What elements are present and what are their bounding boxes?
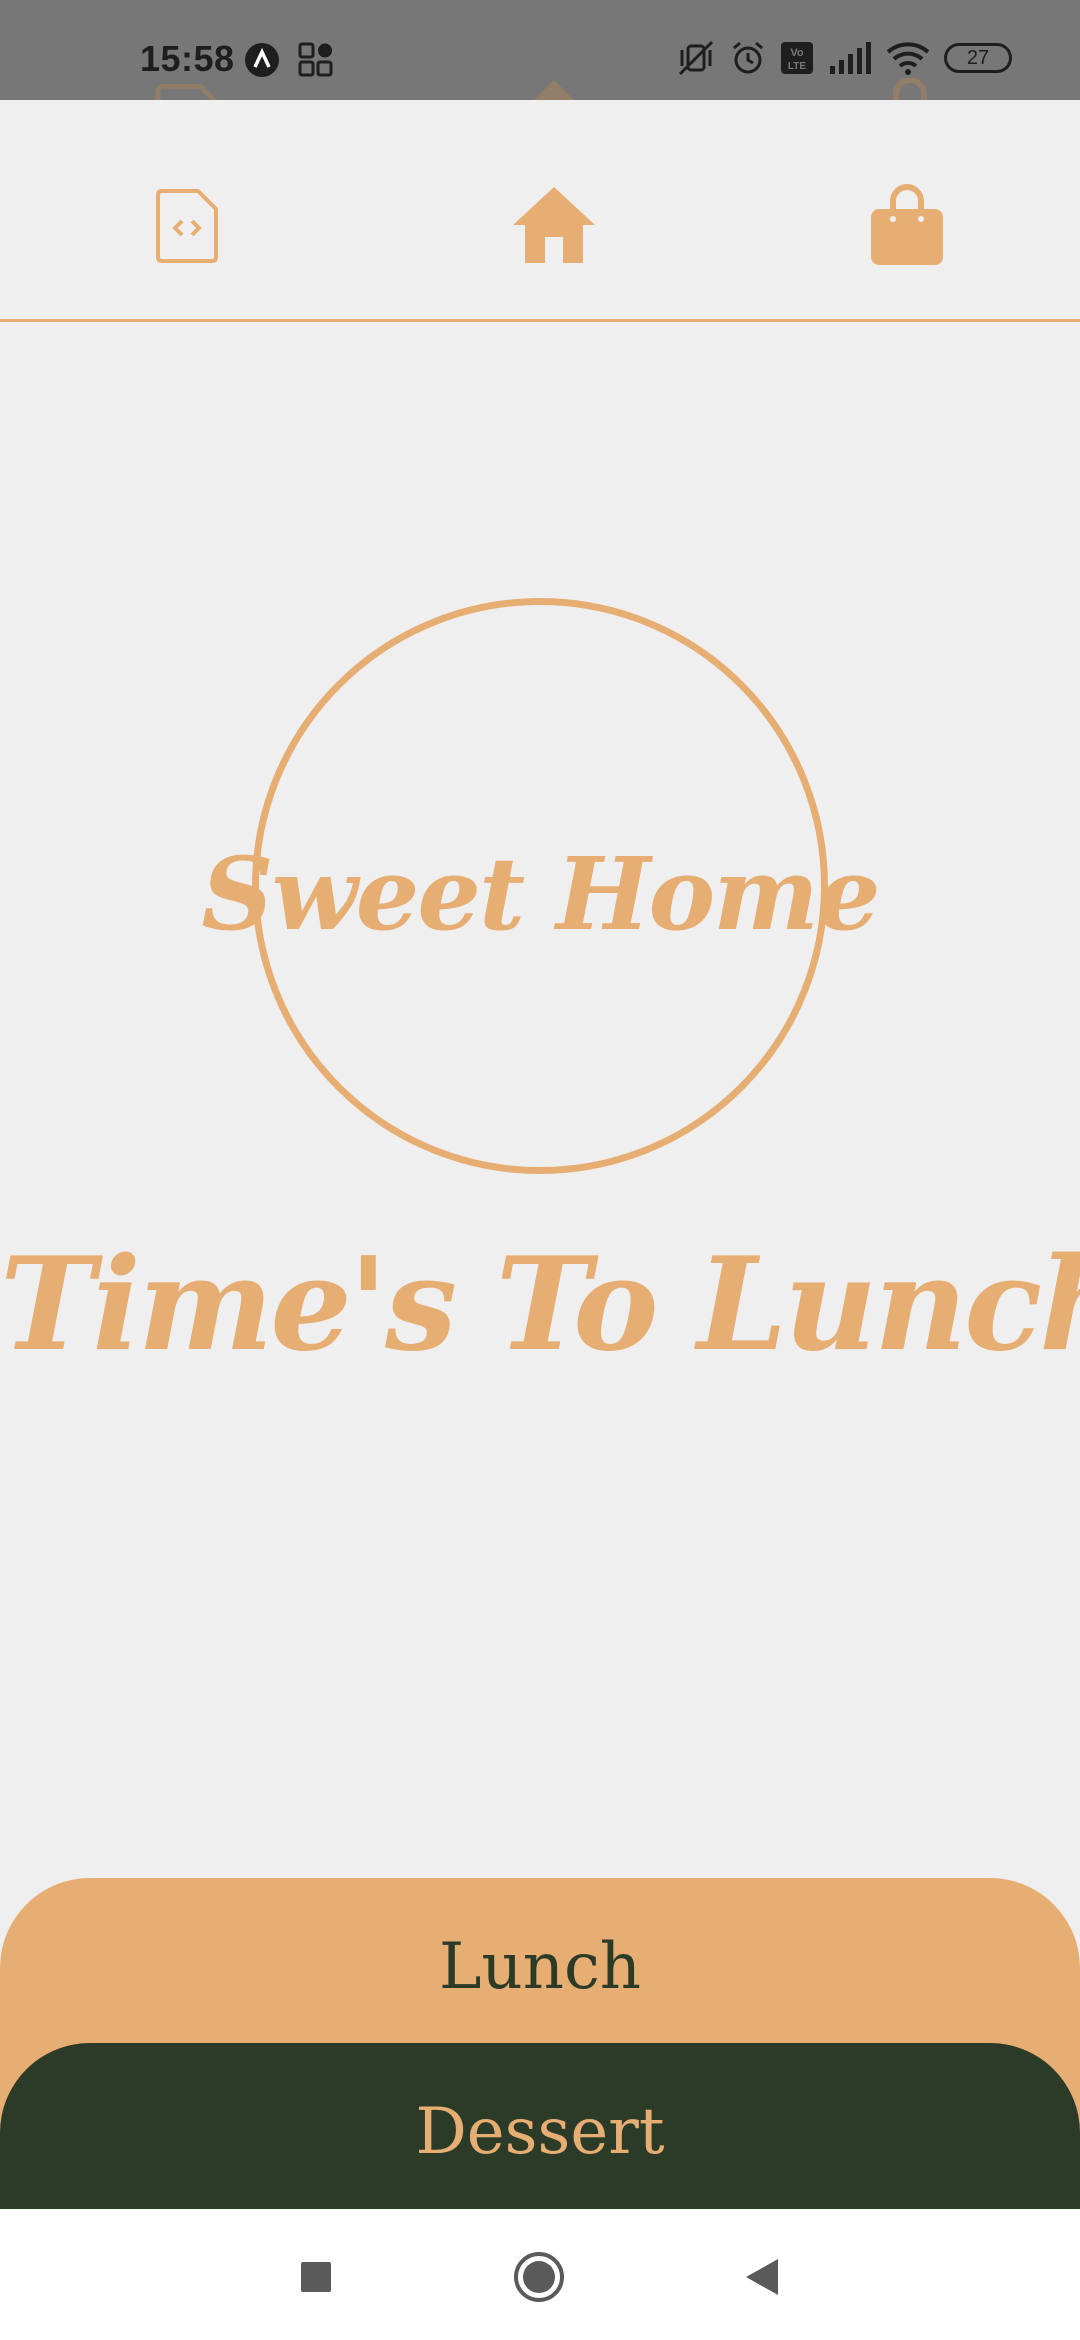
- svg-text:Vo: Vo: [790, 47, 804, 59]
- recents-button[interactable]: [286, 2247, 346, 2307]
- back-button[interactable]: [732, 2247, 792, 2307]
- app-header: [0, 100, 1080, 322]
- code-file-icon: [156, 189, 218, 263]
- dessert-tab-label: Dessert: [415, 2095, 665, 2169]
- app-screen: 15:58 Vo LTE 27 Sweet Home Time's To Lun…: [0, 0, 1080, 2340]
- home-button[interactable]: [509, 180, 599, 270]
- code-file-button[interactable]: [142, 180, 232, 270]
- status-bar: 15:58 Vo LTE 27: [0, 0, 1080, 100]
- square-icon: [301, 2262, 331, 2292]
- alarm-icon: [733, 41, 763, 74]
- ghost-file-icon: [155, 84, 218, 100]
- status-icons-right: Vo LTE 27: [676, 40, 1012, 76]
- shopping-bag-icon: [871, 184, 943, 265]
- dessert-tab[interactable]: Dessert: [0, 2043, 1080, 2209]
- battery-level: 27: [966, 46, 990, 69]
- triangle-back-icon: [746, 2259, 778, 2295]
- signal-icon: [830, 42, 871, 74]
- system-nav-bar: [0, 2209, 1080, 2340]
- status-icons-left: [244, 42, 334, 78]
- status-time: 15:58: [140, 38, 235, 79]
- system-home-button[interactable]: [509, 2247, 569, 2307]
- ghost-bag-icon: [893, 78, 927, 100]
- svg-text:LTE: LTE: [788, 61, 806, 72]
- logo-text: Sweet Home: [201, 835, 880, 953]
- shopping-bag-button[interactable]: [862, 180, 952, 270]
- logo-circle: Sweet Home: [201, 598, 881, 1174]
- circle-icon: [514, 2252, 564, 2302]
- volte-icon: Vo LTE: [781, 42, 813, 74]
- home-icon: [513, 187, 595, 263]
- ghost-home-icon: [534, 80, 574, 100]
- wifi-icon: [886, 42, 930, 75]
- battery-icon: 27: [944, 43, 1012, 73]
- a-circle-icon: [245, 43, 279, 77]
- grid-apps-icon: [298, 42, 333, 77]
- tagline: Time's To Lunch: [0, 1230, 1080, 1380]
- vibrate-off-icon: [678, 40, 714, 76]
